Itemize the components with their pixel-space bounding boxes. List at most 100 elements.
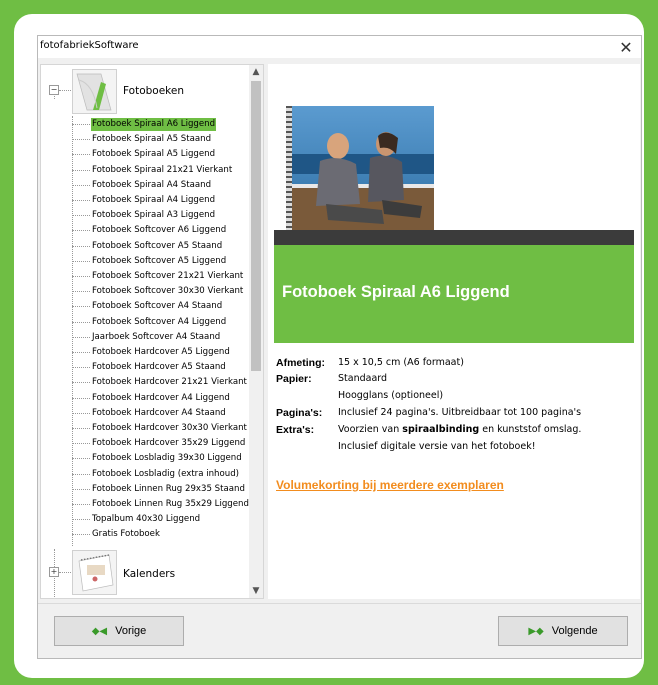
tree-item[interactable]: Topalbum 40x30 Liggend: [72, 512, 249, 527]
tree-item[interactable]: Fotoboek Hardcover 21x21 Vierkant: [72, 375, 249, 390]
tree-line: [72, 336, 90, 338]
tree-line: [72, 291, 90, 293]
tree-item-label: Fotoboek Hardcover 30x30 Vierkant: [92, 423, 247, 433]
tree-item[interactable]: Fotoboek Linnen Rug 35x29 Liggend: [72, 497, 249, 512]
spec-value-bold: spiraalbinding: [402, 424, 480, 435]
scroll-up-icon[interactable]: ▲: [249, 65, 263, 79]
tree-item[interactable]: Fotoboek Spiraal A4 Staand: [72, 178, 249, 193]
tree-line: [72, 215, 90, 217]
tree-item[interactable]: Fotoboek Softcover A4 Liggend: [72, 315, 249, 330]
spec-value: Hoogglans (optioneel): [338, 390, 444, 401]
app-window: fotofabriekSoftware ✕ − Fotoboeken Fotob…: [37, 35, 642, 659]
spiral-binding-icon: [286, 106, 292, 230]
tree-item[interactable]: Fotoboek Softcover A4 Staand: [72, 299, 249, 314]
collapse-icon[interactable]: −: [49, 85, 59, 95]
tree-item-label: Fotoboek Spiraal A6 Liggend: [91, 118, 217, 131]
tree-item[interactable]: Fotoboek Hardcover 30x30 Vierkant: [72, 421, 249, 436]
tree-item[interactable]: Fotoboek Spiraal A5 Liggend: [72, 147, 249, 162]
next-button-label: Volgende: [551, 625, 598, 637]
tree-line: [72, 139, 90, 141]
tree-item-label: Fotoboek Softcover 30x30 Vierkant: [92, 286, 244, 297]
tree-item[interactable]: Fotoboek Spiraal A4 Liggend: [72, 193, 249, 208]
tree-line: [72, 458, 90, 460]
tree-category-label: Kalenders: [123, 568, 176, 580]
spec-value: Inclusief 24 pagina's. Uitbreidbaar tot …: [338, 407, 582, 418]
product-banner: Fotoboek Spiraal A6 Liggend: [274, 245, 634, 343]
tree-item[interactable]: Fotoboek Hardcover 35x29 Liggend: [72, 436, 249, 451]
tree-item[interactable]: Fotoboek Spiraal A3 Liggend: [72, 208, 249, 223]
product-detail-panel: Fotoboek Spiraal A6 Liggend Afmeting: 15…: [268, 64, 640, 599]
spec-value-text: Voorzien van: [338, 424, 403, 435]
previous-button[interactable]: ◆◀ Vorige: [54, 616, 184, 646]
scrollbar-thumb[interactable]: [251, 81, 261, 371]
tree-item-label: Fotoboek Hardcover A5 Liggend: [92, 347, 230, 357]
tree-item-label: Fotoboek Spiraal A4 Staand: [92, 179, 212, 190]
tree-item-label: Fotoboek Spiraal A4 Liggend: [92, 195, 216, 205]
tree-item[interactable]: Fotoboek Hardcover A4 Staand: [72, 406, 249, 421]
tree-line: [72, 184, 90, 186]
title-bar: fotofabriekSoftware ✕: [38, 36, 641, 58]
tree-category-kalenders[interactable]: + Kalenders: [41, 549, 249, 598]
tree-item-label: Fotoboek Linnen Rug 35x29 Liggend: [92, 499, 249, 509]
tree-line: [72, 473, 90, 475]
tree-line: [72, 488, 90, 490]
spec-value: 15 x 10,5 cm (A6 formaat): [338, 357, 464, 368]
tree-line: [72, 276, 90, 277]
tree-item-label: Fotoboek Softcover A5 Staand: [92, 240, 223, 251]
tree-line: [72, 230, 90, 232]
close-icon: ✕: [619, 37, 633, 57]
window-title: fotofabriekSoftware: [40, 40, 139, 51]
tree-line: [72, 534, 90, 536]
tree-item[interactable]: Fotoboek Spiraal 21x21 Vierkant: [72, 163, 249, 178]
tree-item-label: Fotoboek Spiraal 21x21 Vierkant: [92, 164, 233, 175]
tree-line: [72, 428, 90, 429]
tree-item[interactable]: Fotoboek Softcover A5 Staand: [72, 239, 249, 254]
tree-item[interactable]: Fotoboek Losbladig 39x30 Liggend: [72, 451, 249, 466]
tree-item-label: Fotoboek Hardcover 35x29 Liggend: [92, 438, 246, 449]
tree-item[interactable]: Fotoboek Hardcover A4 Liggend: [72, 391, 249, 406]
tree-line: [59, 90, 71, 91]
tree-item[interactable]: Fotoboek Hardcover A5 Liggend: [72, 345, 249, 360]
tree-item-label: Fotoboek Hardcover A4 Liggend: [92, 392, 230, 403]
spec-key: Papier:: [276, 373, 312, 385]
tree-line: [72, 260, 90, 262]
tree-line: [72, 321, 90, 323]
tree-item[interactable]: Fotoboek Softcover 21x21 Vierkant: [72, 269, 249, 284]
tree-item[interactable]: Fotoboek Softcover A6 Liggend: [72, 223, 249, 238]
close-button[interactable]: ✕: [611, 36, 641, 58]
volume-discount-link[interactable]: Volumekorting bij meerdere exemplaren: [276, 478, 504, 492]
photobook-thumbnail-icon: [72, 69, 117, 114]
next-button[interactable]: ▶◆ Volgende: [498, 616, 628, 646]
scroll-down-icon[interactable]: ▼: [249, 584, 263, 598]
tree-item[interactable]: Fotoboek Hardcover A5 Staand: [72, 360, 249, 375]
spec-value: Voorzien van spiraalbinding en kunststof…: [338, 424, 581, 435]
tree-item-label: Fotoboek Hardcover 21x21 Vierkant: [92, 377, 247, 388]
tree-item-label: Fotoboek Softcover A5 Liggend: [92, 255, 227, 266]
tree-item-label: Fotoboek Linnen Rug 29x35 Staand: [92, 483, 245, 494]
tree-line: [72, 124, 90, 125]
banner-dark-strip: [274, 230, 634, 245]
tree-scrollbar[interactable]: ▲ ▼: [249, 65, 263, 598]
tree-item[interactable]: Fotoboek Linnen Rug 29x35 Staand: [72, 482, 249, 497]
tree-line: [72, 200, 90, 201]
tree-item-label: Fotoboek Losbladig (extra inhoud): [92, 468, 240, 479]
tree-item[interactable]: Fotoboek Losbladig (extra inhoud): [72, 467, 249, 482]
tree-item[interactable]: Fotoboek Spiraal A6 Liggend: [72, 117, 249, 132]
tree-item[interactable]: Fotoboek Spiraal A5 Staand: [72, 132, 249, 147]
previous-button-label: Vorige: [115, 625, 147, 637]
spec-key: Afmeting:: [276, 357, 325, 369]
tree-item[interactable]: Fotoboek Softcover 30x30 Vierkant: [72, 284, 249, 299]
tree-category-fotoboeken[interactable]: − Fotoboeken: [41, 67, 249, 117]
tree-item-label: Topalbum 40x30 Liggend: [92, 514, 201, 525]
calendar-thumbnail-icon: [72, 550, 117, 595]
product-title: Fotoboek Spiraal A6 Liggend: [282, 283, 510, 301]
tree-category-label: Fotoboeken: [123, 85, 185, 97]
tree-item[interactable]: Jaarboek Softcover A4 Staand: [72, 330, 249, 345]
tree-line: [72, 443, 90, 445]
tree-item[interactable]: Gratis Fotoboek: [72, 527, 249, 542]
tree-line: [72, 154, 90, 156]
tree-line: [72, 352, 90, 353]
tree-item-label: Fotoboek Softcover A6 Liggend: [92, 225, 227, 236]
tree-item[interactable]: Fotoboek Softcover A5 Liggend: [72, 254, 249, 269]
expand-icon[interactable]: +: [49, 567, 59, 577]
